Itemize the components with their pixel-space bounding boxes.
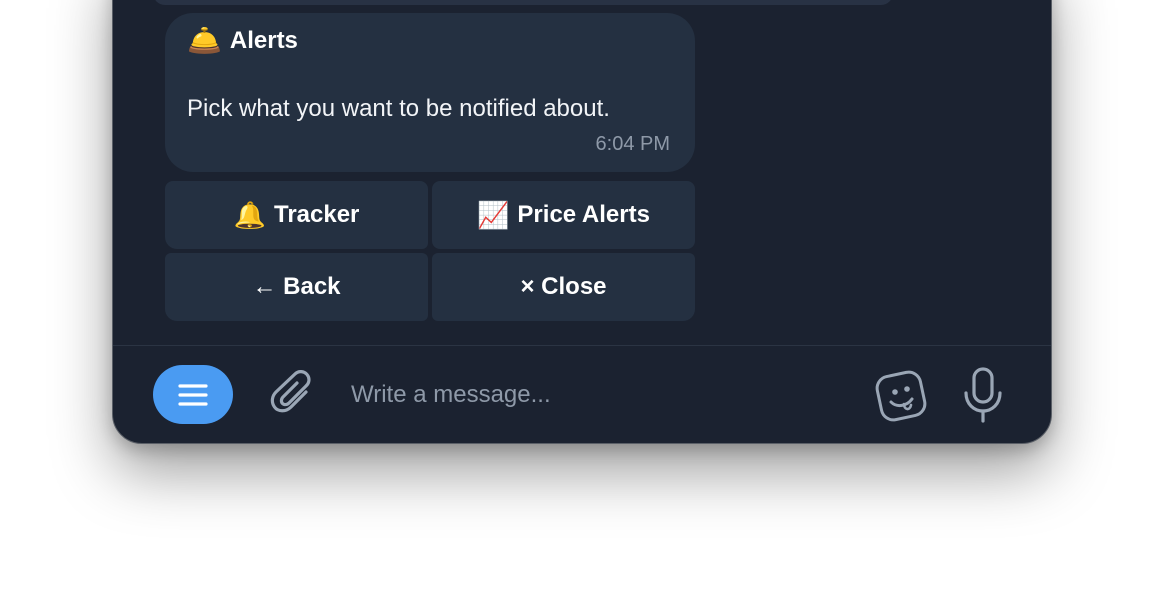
- microphone-icon[interactable]: [961, 366, 1005, 424]
- bellhop-bell-icon: 🛎️: [187, 25, 222, 56]
- chart-increasing-icon: 📈: [477, 200, 510, 230]
- tracker-button[interactable]: 🔔 Tracker: [165, 181, 428, 249]
- message-text: Pick what you want to be notified about.: [187, 95, 610, 122]
- bot-message-bubble: 🛎️ Alerts Pick what you want to be notif…: [165, 13, 695, 172]
- sticker-icon[interactable]: [873, 368, 929, 424]
- close-button-label: × Close: [520, 273, 607, 300]
- back-button[interactable]: ← Back: [165, 253, 428, 321]
- message-input[interactable]: [351, 374, 851, 416]
- message-timestamp: 6:04 PM: [595, 133, 670, 155]
- price-alerts-button-label: Price Alerts: [517, 201, 650, 228]
- inline-keyboard: 🔔 Tracker 📈 Price Alerts ← Back × Close: [165, 181, 695, 321]
- message-composer: [113, 346, 1051, 443]
- price-alerts-button[interactable]: 📈 Price Alerts: [432, 181, 695, 249]
- message-title: 🛎️ Alerts: [187, 27, 298, 55]
- paperclip-icon[interactable]: [269, 370, 317, 420]
- chat-window: 🛎️ Alerts Pick what you want to be notif…: [112, 0, 1052, 444]
- bell-icon: 🔔: [233, 200, 266, 230]
- back-button-label: ← Back: [252, 273, 341, 300]
- tracker-button-label: Tracker: [273, 201, 360, 228]
- bot-menu-button[interactable]: [153, 365, 233, 424]
- close-button[interactable]: × Close: [432, 253, 695, 321]
- menu-icon: [178, 383, 208, 406]
- previous-message-bubble: [153, 0, 893, 5]
- message-title-text: Alerts: [229, 27, 298, 54]
